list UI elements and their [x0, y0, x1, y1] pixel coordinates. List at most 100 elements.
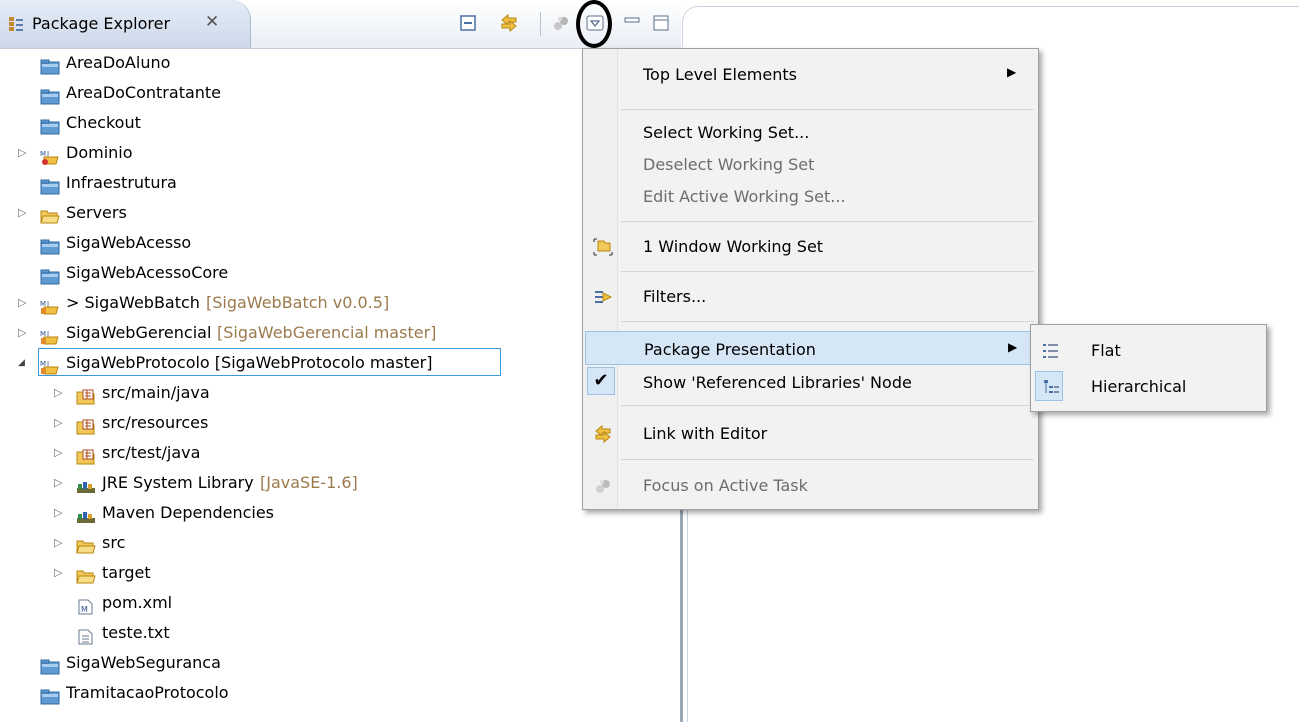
minimize-icon[interactable] [621, 12, 643, 34]
tree-item-label: SigaWebGerencial [66, 323, 212, 342]
library-icon [76, 475, 96, 493]
open-folder-icon [40, 205, 60, 224]
source-folder-icon [76, 415, 96, 435]
filter-icon [593, 287, 613, 307]
editor-area-border [712, 6, 1299, 7]
expand-arrow-icon[interactable]: ▷ [54, 378, 68, 408]
tree-item[interactable]: AreaDoContratante [0, 78, 680, 108]
tree-item-label: Checkout [66, 113, 141, 132]
expand-arrow-icon[interactable]: ▷ [18, 288, 32, 318]
menu-item-label: 1 Window Working Set [643, 237, 824, 256]
collapse-all-icon[interactable] [457, 12, 479, 34]
tree-item[interactable]: TramitacaoProtocolo [0, 678, 680, 708]
tree-item-label: target [102, 563, 151, 582]
tree-item[interactable]: ▷ target [0, 558, 680, 588]
menu-item[interactable]: Link with Editor [585, 416, 1036, 450]
text-file-icon [76, 625, 96, 645]
focus-task-icon [593, 476, 613, 496]
tree-item[interactable]: ▷ src/main/java [0, 378, 680, 408]
tab-package-explorer[interactable]: Package Explorer ✕ [0, 0, 251, 48]
expand-arrow-icon[interactable]: ▷ [18, 318, 32, 348]
collapse-arrow-icon[interactable]: ◢ [18, 348, 32, 378]
menu-item[interactable]: ✔ Show 'Referenced Libraries' Node [585, 365, 1036, 399]
tree-item[interactable]: AreaDoAluno [0, 48, 680, 78]
expand-arrow-icon[interactable]: ▷ [54, 438, 68, 468]
tree-item[interactable]: Checkout [0, 108, 680, 138]
tree-item-label: Dominio [66, 143, 133, 162]
closed-project-icon [40, 235, 60, 255]
working-set-icon [593, 237, 613, 257]
maven-project-error-icon: MJ [40, 145, 60, 165]
link-with-editor-icon [593, 424, 613, 444]
tree-item[interactable]: ▷ src [0, 528, 680, 558]
submenu-arrow-icon: ▶ [1008, 340, 1018, 354]
expand-arrow-icon[interactable]: ▷ [54, 468, 68, 498]
tree-item[interactable]: ▷ src/test/java [0, 438, 680, 468]
tree-item[interactable]: SigaWebAcessoCore [0, 258, 680, 288]
menu-separator [621, 459, 1034, 460]
editor-area-tab-edge [682, 6, 713, 47]
submenu-item-label: Hierarchical [1091, 377, 1187, 396]
submenu-item[interactable]: Hierarchical [1033, 369, 1264, 403]
maven-git-project-icon: MJ [40, 295, 60, 315]
menu-item[interactable]: Edit Active Working Set... [585, 179, 1036, 213]
tree-item[interactable]: ▷ Maven Dependencies [0, 498, 680, 528]
tree-item-label: src [102, 533, 126, 552]
submenu-item[interactable]: Flat [1033, 333, 1264, 367]
tree-item[interactable]: Mpom.xml [0, 588, 680, 618]
maximize-icon[interactable] [650, 12, 672, 34]
tree-item[interactable]: SigaWebSeguranca [0, 648, 680, 678]
menu-item[interactable]: Top Level Elements ▶ [585, 57, 1036, 91]
menu-item[interactable]: Select Working Set... [585, 115, 1036, 149]
tree-item-label: src/main/java [102, 383, 210, 402]
menu-item[interactable]: Package Presentation ▶ [585, 331, 1036, 365]
tree-item[interactable]: Infraestrutura [0, 168, 680, 198]
tree-item-label: SigaWebSeguranca [66, 653, 221, 672]
menu-item-label: Package Presentation [644, 340, 816, 359]
expand-arrow-icon[interactable]: ▷ [18, 198, 32, 228]
tree-item-label: teste.txt [102, 623, 170, 642]
tree-item-label: AreaDoAluno [66, 53, 171, 72]
tree-item[interactable]: SigaWebAcesso [0, 228, 680, 258]
tree-item[interactable]: ◢ M J SigaWebProtocolo [SigaWebProtocolo ma… [0, 348, 680, 378]
menu-item[interactable]: 1 Window Working Set [585, 229, 1036, 263]
tree-item-label: > SigaWebBatch [66, 293, 200, 312]
menu-item[interactable]: Deselect Working Set [585, 147, 1036, 181]
package-explorer-tree: AreaDoAluno AreaDoContratante Checkout ▷ M J D… [0, 48, 680, 722]
source-folder-icon [76, 445, 96, 465]
tree-item[interactable]: ▷ Servers [0, 198, 680, 228]
expand-arrow-icon[interactable]: ▷ [18, 138, 32, 168]
menu-item-label: Deselect Working Set [643, 155, 815, 174]
package-explorer-icon [9, 17, 23, 31]
tree-item-label: src/resources [102, 413, 209, 432]
closed-project-icon [40, 655, 60, 675]
menu-item[interactable]: Focus on Active Task [585, 468, 1036, 502]
tree-item[interactable]: ▷ M J SigaWebGerencial [SigaWebGerencial mas… [0, 318, 680, 348]
link-with-editor-icon[interactable] [498, 12, 520, 34]
folder-icon [76, 535, 96, 554]
tree-item-decoration: [SigaWebBatch v0.0.5] [206, 293, 390, 312]
tree-item-label: SigaWebProtocolo [SigaWebProtocolo maste… [66, 353, 433, 372]
expand-arrow-icon[interactable]: ▷ [54, 558, 68, 588]
tree-item[interactable]: ▷ M J Dominio [0, 138, 680, 168]
tree-item[interactable]: ▷ src/resources [0, 408, 680, 438]
close-icon[interactable]: ✕ [205, 12, 219, 32]
tree-item-label: Infraestrutura [66, 173, 177, 192]
menu-item-label: Top Level Elements [643, 65, 797, 84]
tree-item[interactable]: ▷ JRE System Library [JavaSE-1.6] [0, 468, 680, 498]
menu-item[interactable]: Filters... [585, 279, 1036, 313]
tree-item-label: JRE System Library [102, 473, 254, 492]
menu-separator [621, 221, 1034, 222]
focus-task-icon[interactable] [550, 12, 572, 34]
menu-separator [621, 405, 1034, 406]
tree-item[interactable]: teste.txt [0, 618, 680, 648]
svg-text:M: M [81, 605, 88, 614]
tree-item[interactable]: ▷ M J > SigaWebBatch [SigaWebBatch v0.0.5] [0, 288, 680, 318]
expand-arrow-icon[interactable]: ▷ [54, 408, 68, 438]
tree-item-decoration: [SigaWebGerencial master] [217, 323, 437, 342]
expand-arrow-icon[interactable]: ▷ [54, 528, 68, 558]
expand-arrow-icon[interactable]: ▷ [54, 498, 68, 528]
tree-item-decoration: [JavaSE-1.6] [260, 473, 358, 492]
menu-separator [621, 321, 1034, 322]
view-menu-dropdown: Top Level Elements ▶ Select Working Set...… [582, 48, 1039, 510]
